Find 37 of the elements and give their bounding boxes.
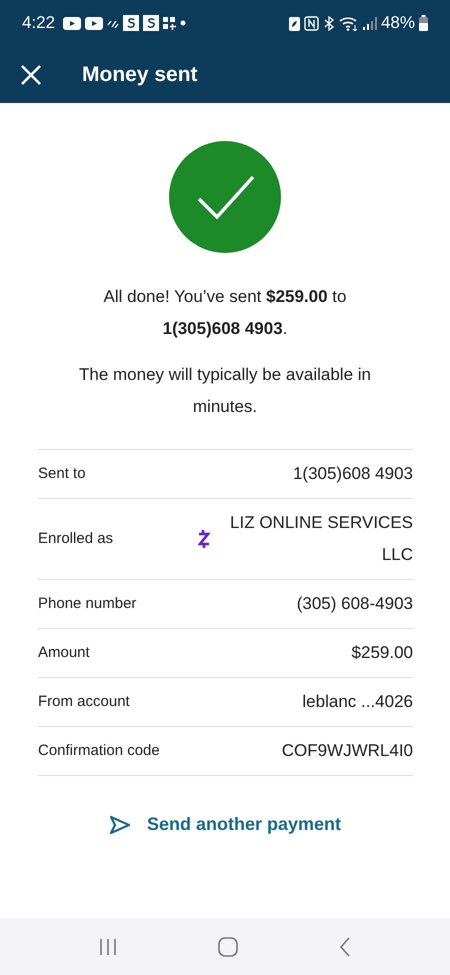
- success-check-icon: [169, 141, 281, 253]
- detail-value: LIZ ONLINE SERVICES LLC: [229, 512, 413, 566]
- detail-label: Confirmation code: [38, 740, 161, 761]
- close-button[interactable]: [20, 64, 42, 86]
- app-square-icon: [143, 15, 160, 31]
- detail-value: (305) 608-4903: [296, 593, 413, 615]
- home-icon[interactable]: [218, 936, 238, 956]
- detail-label: Enrolled as: [38, 528, 114, 549]
- detail-value: leblanc ...4026: [302, 691, 413, 713]
- detail-value: $259.00: [352, 642, 413, 664]
- app-square-icon: [123, 15, 140, 31]
- battery-percent: 48%: [380, 12, 415, 34]
- dot-icon: [180, 20, 186, 26]
- video-app-icon: [85, 16, 104, 30]
- wifi-icon: [338, 16, 359, 30]
- detail-label: Amount: [38, 642, 91, 663]
- detail-value: 1(305)608 4903: [292, 463, 413, 485]
- bluetooth-icon: [322, 16, 335, 30]
- availability-note: The money will typically be available in minutes.: [78, 364, 372, 418]
- detail-value: COF9WJWRL4I0: [282, 740, 413, 762]
- grid-icon: [163, 16, 176, 30]
- nfc-icon: [304, 16, 319, 30]
- battery-saver-icon: [288, 16, 300, 30]
- detail-label: Sent to: [38, 464, 87, 484]
- send-icon[interactable]: [108, 814, 131, 834]
- detail-label: From account: [38, 692, 131, 712]
- confirmation-message: All done! You’ve sent $259.00 to 1(305)608 4903.: [102, 286, 348, 340]
- recent-apps-icon[interactable]: [98, 938, 118, 956]
- status-time: 4:22: [22, 12, 56, 34]
- back-icon[interactable]: [338, 936, 352, 956]
- battery-icon: [419, 15, 428, 31]
- video-app-icon: [63, 16, 82, 30]
- page-title: Money sent: [82, 62, 198, 88]
- detail-label: Phone number: [38, 594, 138, 614]
- signal-icon: [362, 16, 377, 30]
- zelle-icon: [198, 529, 210, 549]
- send-another-payment-link[interactable]: Send another payment: [104, 810, 346, 839]
